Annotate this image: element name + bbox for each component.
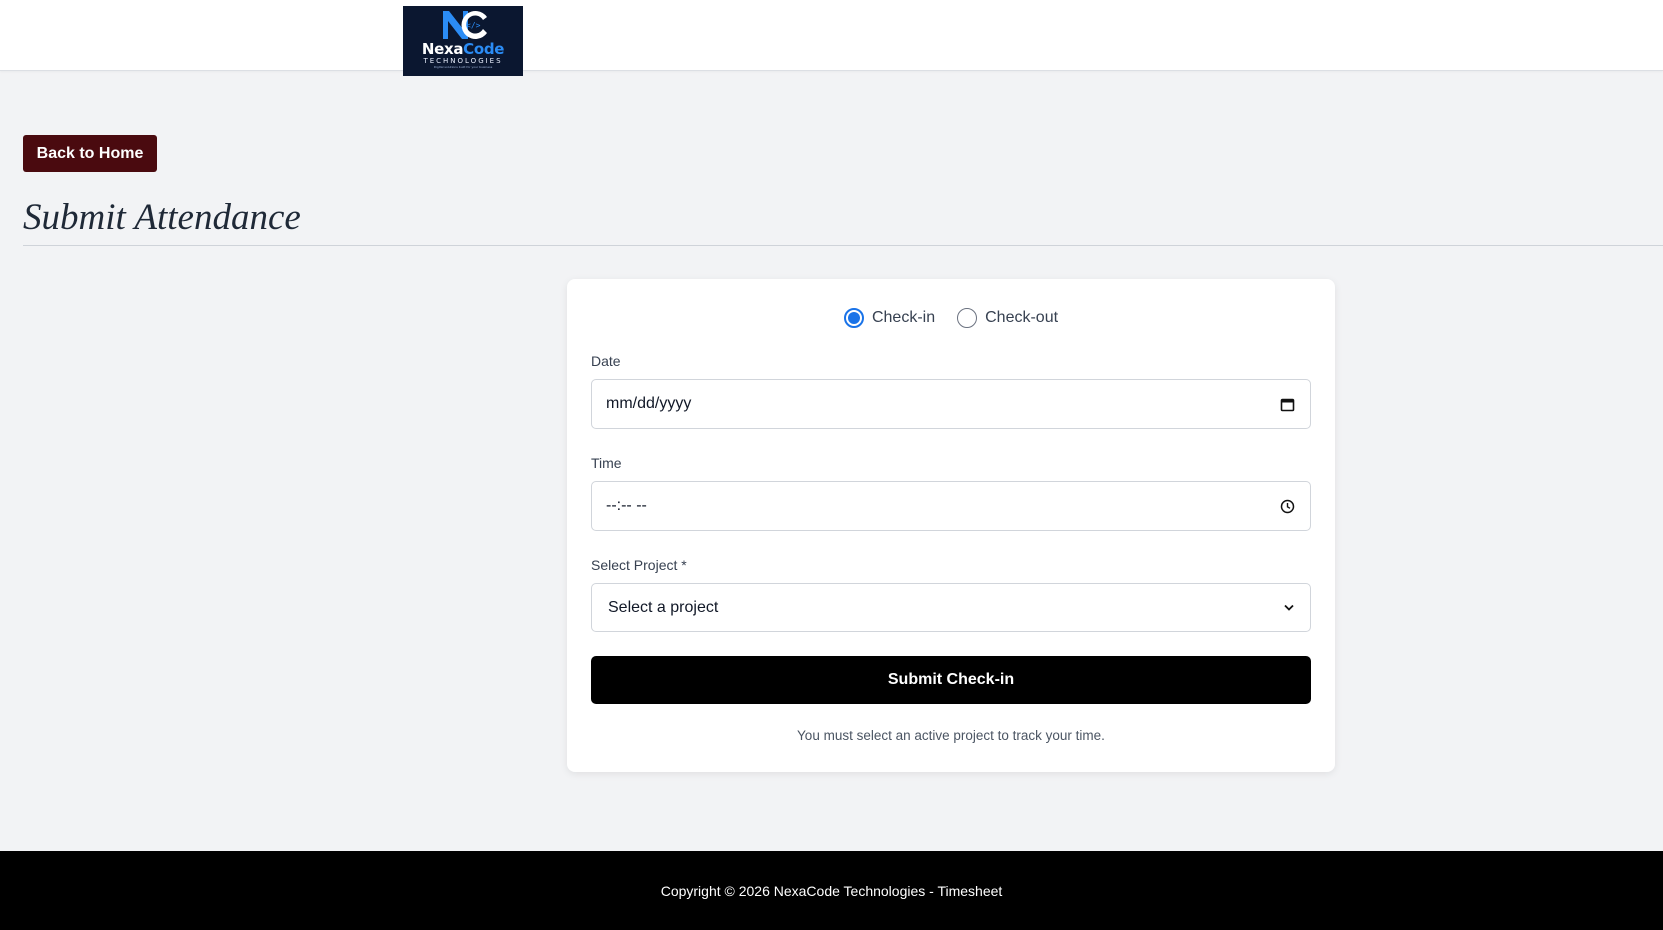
attendance-mode-group: Check-in Check-out bbox=[567, 303, 1335, 333]
nc-monogram-icon: </> bbox=[443, 11, 487, 39]
calendar-icon[interactable] bbox=[1278, 395, 1296, 413]
footer: Copyright © 2026 NexaCode Technologies -… bbox=[0, 851, 1663, 930]
project-select[interactable]: Select a project bbox=[591, 583, 1311, 632]
logo-subtitle: TECHNOLOGIES bbox=[423, 57, 503, 65]
check-in-radio[interactable] bbox=[843, 308, 864, 328]
project-selected-value: Select a project bbox=[608, 598, 719, 616]
attendance-form-card: Check-in Check-out Date mm/dd/yyyy Time … bbox=[567, 279, 1335, 772]
chevron-down-icon[interactable] bbox=[1282, 599, 1296, 617]
page-title: Submit Attendance bbox=[23, 197, 301, 238]
date-placeholder: mm/dd/yyyy bbox=[606, 395, 692, 412]
title-divider bbox=[23, 245, 1663, 246]
logo-tagline: Digital solutions built for your busines… bbox=[433, 65, 493, 69]
project-label: Select Project * bbox=[591, 557, 687, 573]
date-input[interactable]: mm/dd/yyyy bbox=[591, 379, 1311, 429]
check-out-option[interactable]: Check-out bbox=[957, 308, 1058, 328]
footer-copyright: Copyright © 2026 NexaCode Technologies -… bbox=[660, 882, 1003, 899]
time-input[interactable]: --:-- -- bbox=[591, 481, 1311, 531]
top-bar: </> NexaCode TECHNOLOGIES Digital soluti… bbox=[0, 0, 1663, 76]
back-to-home-button[interactable]: Back to Home bbox=[23, 135, 157, 172]
svg-text:</>: </> bbox=[466, 21, 481, 30]
check-in-label[interactable]: Check-in bbox=[872, 309, 935, 327]
clock-icon[interactable] bbox=[1278, 497, 1296, 515]
check-out-label[interactable]: Check-out bbox=[985, 309, 1058, 327]
check-in-option[interactable]: Check-in bbox=[843, 308, 935, 328]
date-label: Date bbox=[591, 353, 621, 369]
time-placeholder: --:-- -- bbox=[606, 497, 647, 514]
check-out-radio[interactable] bbox=[957, 308, 978, 328]
logo-wordmark: NexaCode bbox=[421, 40, 505, 58]
submit-check-in-button[interactable]: Submit Check-in bbox=[591, 656, 1311, 704]
time-label: Time bbox=[591, 455, 622, 471]
company-logo[interactable]: </> NexaCode TECHNOLOGIES Digital soluti… bbox=[403, 6, 523, 76]
project-hint-text: You must select an active project to tra… bbox=[797, 728, 1105, 743]
